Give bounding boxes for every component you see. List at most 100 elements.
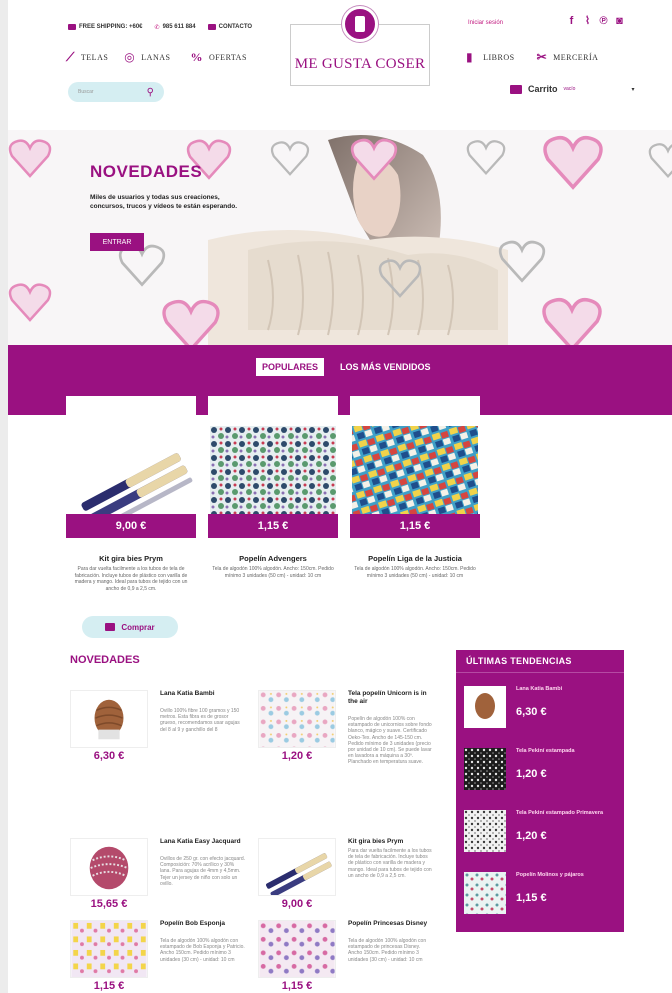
product-image[interactable] xyxy=(210,426,336,526)
heart-decoration xyxy=(8,139,52,178)
product-name[interactable]: Lana Katia Easy Jacquard xyxy=(160,838,250,846)
product-image[interactable] xyxy=(464,686,506,728)
chevron-down-icon[interactable]: ▾ xyxy=(631,86,634,93)
heart-decoration xyxy=(542,297,602,345)
product-desc: Para dar vuelta facilmente a los tubos d… xyxy=(348,848,432,879)
product-image[interactable] xyxy=(258,690,336,748)
nav-item-telas[interactable]: TELAS xyxy=(81,53,108,62)
product-name[interactable]: Kit gira bies Prym xyxy=(66,554,196,563)
buy-button[interactable]: Comprar xyxy=(82,616,178,638)
product-image[interactable] xyxy=(258,838,336,896)
hero-text: Miles de usuarios y todas sus creaciones… xyxy=(90,194,238,210)
cart[interactable]: Carrito vacío ▾ xyxy=(510,84,634,94)
product-card[interactable]: 1,15 € Popelín Advengers Tela de algodón… xyxy=(208,396,338,596)
product-image[interactable] xyxy=(70,690,148,748)
product-price: 1,15 € xyxy=(281,980,313,992)
product-desc: Tela de algodón 100% algodón con estampa… xyxy=(160,938,245,963)
trend-name[interactable]: Lana Katia Bambi xyxy=(516,686,616,693)
product-desc: Para dar vuelta facilmente a los tubos d… xyxy=(74,566,188,592)
product-card[interactable]: 9,00 € Kit gira bies Prym Para dar vuelt… xyxy=(66,396,196,596)
search-placeholder: Buscar xyxy=(78,89,94,95)
product-price: 1,20 € xyxy=(281,750,313,762)
product-name[interactable]: Kit gira bies Prym xyxy=(348,838,438,846)
product-card[interactable]: 1,15 € Popelín Liga de la Justicia Tela … xyxy=(350,396,480,596)
buy-label: Comprar xyxy=(121,622,155,632)
product-name[interactable]: Tela popelín Unicorn is in the air xyxy=(348,690,438,705)
product-desc: Ovillo 100% fibre 100 gramos y 150 metro… xyxy=(160,708,240,733)
card-header xyxy=(208,396,338,416)
nav-right: ▮ LIBROS ✂ MERCERÍA xyxy=(466,50,598,65)
product-price: 1,15 € xyxy=(350,514,480,538)
nav-item-ofertas[interactable]: OFERTAS xyxy=(209,53,247,62)
facebook-icon[interactable]: f xyxy=(566,16,577,27)
book-icon: ▮ xyxy=(466,50,474,64)
list-item[interactable]: 15,65 € Lana Katia Easy Jacquard Ovillos… xyxy=(70,838,250,922)
trends-title: ÚLTIMAS TENDENCIAS xyxy=(466,656,572,666)
list-item[interactable]: 9,00 € Kit gira bies Prym Para dar vuelt… xyxy=(258,838,438,922)
heart-decoration xyxy=(162,299,220,345)
product-name[interactable]: Popelín Princesas Disney xyxy=(348,920,438,928)
product-tabs: POPULARES LOS MÁS VENDIDOS xyxy=(256,358,437,376)
phone-icon: ✆ xyxy=(154,24,160,31)
truck-icon xyxy=(68,24,76,30)
search-icon[interactable]: ⚲ xyxy=(147,87,154,98)
list-item[interactable]: 1,15 € Popelín Princesas Disney Tela de … xyxy=(258,920,438,993)
product-image[interactable] xyxy=(68,426,194,526)
trend-name[interactable]: Popelín Molinos y pájaros xyxy=(516,872,616,879)
hero-title: NOVEDADES xyxy=(90,162,203,181)
nav-item-lanas[interactable]: LANAS xyxy=(141,53,170,62)
trend-name[interactable]: Tela Pekiní estampado Primavera xyxy=(516,810,616,817)
tab-mas-vendidos[interactable]: LOS MÁS VENDIDOS xyxy=(334,358,437,376)
product-image[interactable] xyxy=(70,920,148,978)
nav-item-libros[interactable]: LIBROS xyxy=(483,53,514,62)
mail-icon xyxy=(207,24,216,30)
enter-button[interactable]: ENTRAR xyxy=(90,233,144,251)
novedades-title: NOVEDADES xyxy=(70,654,140,666)
heart-decoration xyxy=(270,141,310,176)
trend-name[interactable]: Tela Pekiní estampada xyxy=(516,748,616,755)
percent-icon: % xyxy=(190,50,203,64)
trend-item[interactable]: Tela Pekiní estampado Primavera 1,20 € xyxy=(464,810,620,858)
cart-icon xyxy=(510,84,522,94)
left-strip xyxy=(0,0,8,993)
scissors-icon: ✂ xyxy=(536,50,548,64)
product-price: 9,00 € xyxy=(281,898,313,910)
product-name[interactable]: Popelín Bob Esponja xyxy=(160,920,250,928)
hero-banner: NOVEDADES Miles de usuarios y todas sus … xyxy=(8,130,672,345)
cart-label: Carrito xyxy=(528,84,558,94)
cart-status: vacío xyxy=(563,86,576,92)
product-image[interactable] xyxy=(464,748,506,790)
product-image[interactable] xyxy=(70,838,148,896)
trend-item[interactable]: Lana Katia Bambi 6,30 € xyxy=(464,686,620,734)
contact-link[interactable]: CONTACTO xyxy=(207,24,252,30)
product-name[interactable]: Popelín Liga de la Justicia xyxy=(350,554,480,563)
product-image[interactable] xyxy=(258,920,336,978)
list-item[interactable]: 6,30 € Lana Katia Bambi Ovillo 100% fibr… xyxy=(70,690,250,774)
product-image[interactable] xyxy=(464,810,506,852)
phone-text: 985 611 884 xyxy=(162,24,196,30)
nav-item-merceria[interactable]: MERCERÍA xyxy=(553,53,598,62)
list-item[interactable]: 1,20 € Tela popelín Unicorn is in the ai… xyxy=(258,690,438,830)
list-item[interactable]: 1,15 € Popelín Bob Esponja Tela de algod… xyxy=(70,920,250,993)
phone-info[interactable]: ✆ 985 611 884 xyxy=(155,24,196,31)
product-price: 15,65 € xyxy=(90,898,128,910)
trend-item[interactable]: Tela Pekiní estampada 1,20 € xyxy=(464,748,620,796)
logo-text: ME GUSTA COSER xyxy=(294,56,426,72)
product-price: 9,00 € xyxy=(66,514,196,538)
rss-icon[interactable]: ⌇ xyxy=(582,16,593,27)
product-name[interactable]: Popelín Advengers xyxy=(208,554,338,563)
heart-decoration xyxy=(498,240,546,283)
tab-populares[interactable]: POPULARES xyxy=(256,358,325,376)
login-link[interactable]: Iniciar sesión xyxy=(468,20,503,26)
heart-decoration xyxy=(648,143,672,179)
product-image[interactable] xyxy=(464,872,506,914)
pinterest-icon[interactable]: ℗ xyxy=(598,16,609,27)
product-image[interactable] xyxy=(352,426,478,526)
social-links: f ⌇ ℗ ◙ xyxy=(566,16,625,27)
instagram-icon[interactable]: ◙ xyxy=(614,16,625,27)
shipping-text: FREE SHIPPING: +60€ xyxy=(79,24,143,30)
trend-item[interactable]: Popelín Molinos y pájaros 1,15 € xyxy=(464,872,620,920)
heart-decoration xyxy=(466,140,506,176)
product-name[interactable]: Lana Katia Bambi xyxy=(160,690,250,698)
search-input[interactable]: Buscar ⚲ xyxy=(68,82,164,102)
